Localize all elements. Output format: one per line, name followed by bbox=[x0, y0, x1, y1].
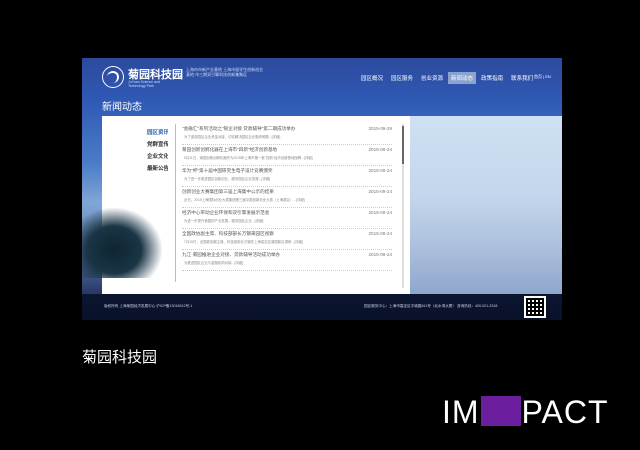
news-title[interactable]: 全国政协副主席、科技部部长万钢来园区视察 bbox=[182, 231, 274, 237]
nav-item-contact[interactable]: 联系我们 bbox=[508, 72, 536, 84]
sidebar-item-announcements[interactable]: 最新公告 bbox=[147, 164, 169, 172]
news-summary: 为了促进园区企业资金对接，切实解决园区企业融资难题...[详细] bbox=[184, 135, 281, 139]
footer: 版权所有 上海菊园经济发展中心 沪ICP备13018912号-1 园区服务中心：… bbox=[82, 294, 562, 320]
nav-item-policy[interactable]: 政策指南 bbox=[478, 72, 506, 84]
news-item[interactable]: 菊园创新创孵化器在上海市"四新"经济创新基地 2015-09-24 9月11日，… bbox=[182, 147, 392, 166]
sidebar-item-party[interactable]: 党群宣传 bbox=[147, 140, 169, 148]
news-summary: 为进一步提升菊园的产业发展，服务园区企业...[详细] bbox=[184, 219, 264, 223]
nav-item-overview[interactable]: 园区概况 bbox=[358, 72, 386, 84]
nav-item-news[interactable]: 新闻动态 bbox=[448, 72, 477, 84]
news-summary: 9月11日，菊园创新创孵化器作为2015年上海市第一批"四新"经济创新基地授牌.… bbox=[184, 156, 313, 160]
news-title[interactable]: 创新创业大赛集团第三届上海集中公示的结果 bbox=[182, 189, 274, 195]
news-list: "会融汇"系列活动之"银企对接 贷款辅导"第二期成功举办 2015-09-29 … bbox=[168, 116, 410, 294]
news-date: 2015-09-24 bbox=[368, 210, 393, 215]
news-title[interactable]: 九江·菊园推进企业对接、贷款辅导活动成功举办 bbox=[182, 252, 280, 258]
website-screenshot: 菊园科技园 JuYuan Science and Technology Park… bbox=[82, 58, 562, 320]
brand-mark-icon bbox=[480, 396, 521, 426]
tree-silhouette bbox=[82, 208, 162, 278]
brand-text-start: IM bbox=[442, 394, 480, 430]
news-summary: 7月15日，全国政协副主席、科技部部长万钢在上海嘉定区菊园新区调研...[详细] bbox=[184, 240, 303, 244]
news-date: 2015-09-24 bbox=[368, 252, 393, 257]
site-tagline: 上海市市新产业基地 上海市留学生创新创业基地 市三期双引擎科技创新集聚区 bbox=[186, 67, 264, 78]
page-title: 新闻动态 bbox=[102, 102, 142, 113]
news-date: 2015-09-24 bbox=[368, 147, 393, 152]
news-date: 2015-09-24 bbox=[368, 168, 393, 173]
impact-logo: IM PACT bbox=[442, 394, 609, 431]
news-item[interactable]: 经济中心带动企业环保和双引擎发展示范会 2015-09-24 为进一步提升菊园的… bbox=[182, 210, 392, 229]
caption: 菊园科技园 bbox=[82, 349, 158, 366]
sidebar-item-culture[interactable]: 企业文化 bbox=[147, 152, 169, 160]
logo-subtitle: JuYuan Science and Technology Park bbox=[128, 80, 160, 88]
nav-item-services[interactable]: 园区服务 bbox=[388, 72, 416, 84]
news-summary: 近日，2015上海国际创业大赛集团第三届中国创新创业大赛（上海赛区）...[详细… bbox=[184, 198, 305, 202]
news-item[interactable]: 全国政协副主席、科技部部长万钢来园区视察 2015-09-24 7月15日，全国… bbox=[182, 231, 392, 250]
logo-icon[interactable] bbox=[102, 66, 124, 88]
news-date: 2015-09-24 bbox=[368, 189, 393, 194]
header: 菊园科技园 JuYuan Science and Technology Park… bbox=[82, 58, 562, 93]
news-item[interactable]: 华为"杯"第十届中国研究生电子设计竞赛颁奖 2015-09-24 为了进一步推进… bbox=[182, 168, 392, 187]
news-title[interactable]: 华为"杯"第十届中国研究生电子设计竞赛颁奖 bbox=[182, 168, 273, 174]
news-summary: 为了进一步推进园区创新创业，服务园区企业发展...[详细] bbox=[184, 177, 271, 181]
news-date: 2015-09-24 bbox=[368, 231, 393, 236]
city-background-image bbox=[410, 116, 562, 294]
news-summary: 为推进园区企业与金融机构对接...[详细] bbox=[184, 261, 243, 265]
footer-copyright: 版权所有 上海菊园经济发展中心 沪ICP备13018912号-1 bbox=[104, 304, 193, 308]
news-item[interactable]: 九江·菊园推进企业对接、贷款辅导活动成功举办 2015-09-24 为推进园区企… bbox=[182, 252, 392, 271]
news-title[interactable]: 菊园创新创孵化器在上海市"四新"经济创新基地 bbox=[182, 147, 277, 153]
news-title[interactable]: "会融汇"系列活动之"银企对接 贷款辅导"第二期成功举办 bbox=[182, 126, 295, 132]
qr-code-icon bbox=[524, 296, 546, 318]
language-switch[interactable]: 首页 | EN bbox=[534, 74, 551, 80]
news-date: 2015-09-29 bbox=[368, 126, 393, 131]
news-title[interactable]: 经济中心带动企业环保和双引擎发展示范会 bbox=[182, 210, 269, 216]
divider bbox=[175, 124, 176, 282]
brand-text-end: PACT bbox=[521, 394, 609, 430]
main-nav: 园区概况 园区服务 创业资源 新闻动态 政策指南 联系我们 bbox=[358, 72, 538, 84]
scrollbar-thumb[interactable] bbox=[402, 126, 404, 164]
news-item[interactable]: 创新创业大赛集团第三届上海集中公示的结果 2015-09-24 近日，2015上… bbox=[182, 189, 392, 208]
news-item[interactable]: "会融汇"系列活动之"银企对接 贷款辅导"第二期成功举办 2015-09-29 … bbox=[182, 126, 392, 145]
scrollbar[interactable] bbox=[402, 124, 404, 288]
footer-contact: 园区服务中心：上海市嘉定区平城路811号（北水湾大厦） 咨询热线：400-021… bbox=[364, 304, 498, 308]
nav-item-resources[interactable]: 创业资源 bbox=[418, 72, 446, 84]
sidebar-item-park-news[interactable]: 园区资讯 bbox=[147, 128, 169, 136]
